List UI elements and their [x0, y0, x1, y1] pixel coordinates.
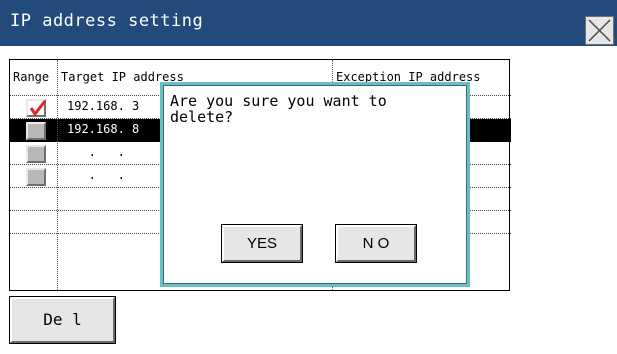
window-title: IP address setting — [10, 11, 204, 31]
target-ip-value: 192.168. 8 — [67, 122, 140, 136]
range-checkbox[interactable] — [26, 145, 46, 163]
confirm-delete-dialog: Are you sure you want to delete? YES N O — [160, 82, 470, 287]
target-ip-value: . . — [67, 145, 125, 159]
delete-button[interactable]: De l — [9, 296, 116, 344]
checkmark-icon — [29, 100, 47, 117]
column-divider — [57, 60, 58, 290]
dialog-body: Are you sure you want to delete? YES N O — [163, 85, 467, 284]
target-ip-value: . . — [67, 168, 125, 182]
range-checkbox[interactable] — [26, 168, 46, 186]
dialog-message: Are you sure you want to delete? — [170, 92, 387, 126]
title-bar: IP address setting — [0, 0, 617, 46]
no-button[interactable]: N O — [335, 224, 417, 263]
range-checkbox[interactable] — [26, 99, 47, 117]
range-checkbox[interactable] — [26, 122, 46, 140]
close-button[interactable] — [585, 16, 614, 45]
close-x-icon — [588, 19, 611, 42]
header-range: Range — [13, 70, 50, 84]
target-ip-value: 192.168. 3 — [67, 99, 140, 113]
yes-button[interactable]: YES — [221, 224, 303, 263]
